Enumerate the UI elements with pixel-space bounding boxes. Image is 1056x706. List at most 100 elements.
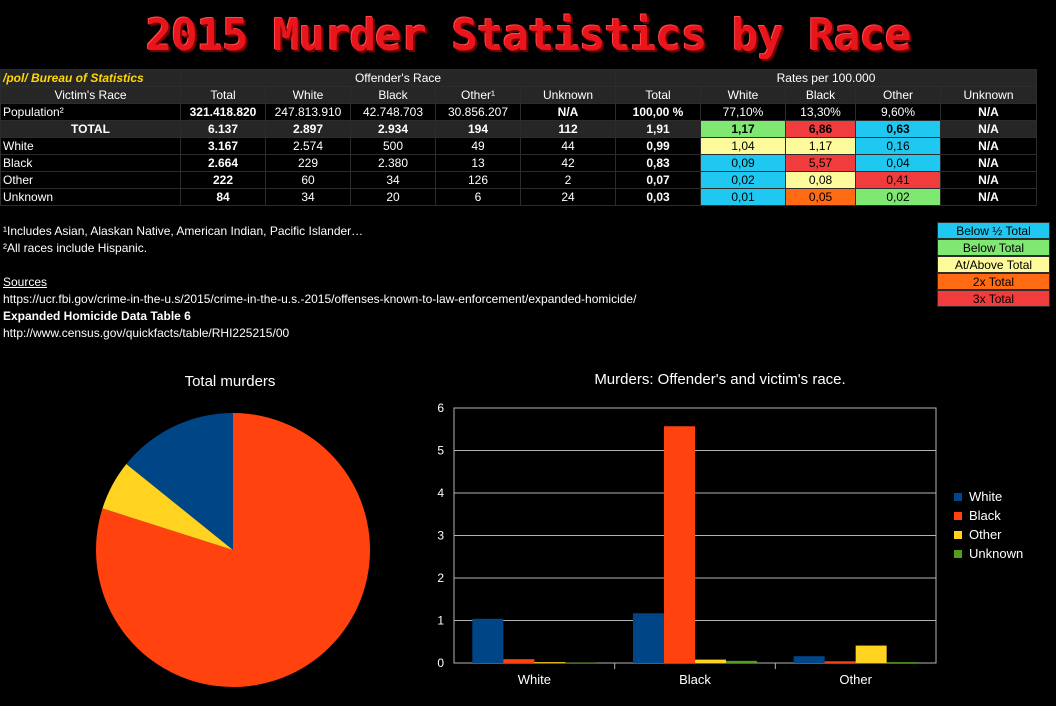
- y-tick-label: 2: [437, 571, 444, 585]
- y-tick-label: 5: [437, 444, 444, 458]
- table-cell: 112: [520, 120, 616, 138]
- column-header: White: [265, 86, 351, 104]
- table-cell: N/A: [940, 171, 1037, 189]
- row-label: Population²: [0, 103, 181, 121]
- bar-black-white: [633, 613, 664, 663]
- table-cell: 24: [520, 188, 616, 206]
- table-cell: 0,07: [615, 171, 701, 189]
- y-tick-label: 0: [437, 656, 444, 670]
- bar-black-other: [695, 659, 726, 663]
- column-header: Unknown: [940, 86, 1037, 104]
- table-cell: 0,83: [615, 154, 701, 172]
- column-header: Unknown: [520, 86, 616, 104]
- table-cell: 194: [435, 120, 521, 138]
- table-row-unknown: Unknown 84 34 20 6 24 0,03 0,01 0,05 0,0…: [0, 188, 1037, 206]
- rate-cell: 0,08: [785, 171, 856, 189]
- table-cell: 34: [350, 171, 436, 189]
- row-label: Black: [0, 154, 181, 172]
- table-cell: N/A: [940, 103, 1037, 121]
- y-tick-label: 3: [437, 529, 444, 543]
- table-cell: 44: [520, 137, 616, 155]
- source-url-census: http://www.census.gov/quickfacts/table/R…: [3, 326, 290, 340]
- column-header: Total: [180, 86, 266, 104]
- table-cell: 42: [520, 154, 616, 172]
- population-row: Population² 321.418.820 247.813.910 42.7…: [0, 103, 1037, 121]
- table-cell: 13: [435, 154, 521, 172]
- table-cell: 0,99: [615, 137, 701, 155]
- legend-label: Black: [969, 508, 1001, 523]
- offender-group-header: Offender's Race: [180, 69, 616, 87]
- table-cell: 6: [435, 188, 521, 206]
- table-row-black: Black 2.664 229 2.380 13 42 0,83 0,09 5,…: [0, 154, 1037, 172]
- row-label: Unknown: [0, 188, 181, 206]
- rate-cell: 0,02: [855, 188, 941, 206]
- table-group-header-row: /pol/ Bureau of Statistics Offender's Ra…: [0, 69, 1037, 87]
- x-tick-label: White: [518, 672, 551, 687]
- column-header: White: [700, 86, 786, 104]
- source-url-fbi: https://ucr.fbi.gov/crime-in-the-u.s/201…: [3, 292, 637, 306]
- table-cell: 222: [180, 171, 266, 189]
- table-cell: 34: [265, 188, 351, 206]
- column-header: Total: [615, 86, 701, 104]
- table-cell: 229: [265, 154, 351, 172]
- table-cell: 77,10%: [700, 103, 786, 121]
- row-label: Other: [0, 171, 181, 189]
- rate-cell: 6,86: [785, 120, 856, 138]
- pie-chart-title: Total murders: [184, 373, 276, 390]
- table-cell: 321.418.820: [180, 103, 266, 121]
- table-cell: 30.856.207: [435, 103, 521, 121]
- bar-other-unknown: [886, 662, 918, 663]
- legend-swatch: [954, 492, 962, 501]
- table-cell: 100,00 %: [615, 103, 701, 121]
- y-tick-label: 1: [437, 614, 444, 628]
- legend-item-other: Other: [954, 525, 1023, 544]
- source-table-ref: Expanded Homicide Data Table 6: [3, 309, 191, 323]
- table-cell: 20: [350, 188, 436, 206]
- table-row-other: Other 222 60 34 126 2 0,07 0,02 0,08 0,4…: [0, 171, 1037, 189]
- row-label: White: [0, 137, 181, 155]
- rate-cell: 1,04: [700, 137, 786, 155]
- table-cell: 500: [350, 137, 436, 155]
- legend-swatch: [954, 511, 962, 520]
- bar-white-other: [534, 662, 566, 663]
- notes-section: ¹Includes Asian, Alaskan Native, America…: [3, 223, 636, 342]
- bar-other-other: [855, 645, 887, 663]
- pie-chart: [96, 413, 370, 687]
- rate-cell: 0,16: [855, 137, 941, 155]
- legend-item-unknown: Unknown: [954, 544, 1023, 563]
- rate-cell: 0,02: [700, 171, 786, 189]
- rate-cell: 0,04: [855, 154, 941, 172]
- table-cell: 2.934: [350, 120, 436, 138]
- table-cell: 247.813.910: [265, 103, 351, 121]
- table-cell: 42.748.703: [350, 103, 436, 121]
- table-cell: 60: [265, 171, 351, 189]
- bar-chart-legend: White Black Other Unknown: [954, 487, 1023, 563]
- table-cell: N/A: [940, 120, 1037, 138]
- table-cell: 2.897: [265, 120, 351, 138]
- legend-item-black: Black: [954, 506, 1023, 525]
- legend-item-white: White: [954, 487, 1023, 506]
- table-cell: 6.137: [180, 120, 266, 138]
- color-key-legend: Below ½ Total Below Total At/Above Total…: [937, 222, 1050, 307]
- bar-other-white: [793, 656, 825, 663]
- legend-label: White: [969, 489, 1003, 504]
- column-header: Other¹: [435, 86, 521, 104]
- rate-cell: 1,17: [700, 120, 786, 138]
- color-key-2x: 2x Total: [937, 273, 1050, 290]
- page-title: 2015 Murder Statistics by Race: [145, 10, 912, 61]
- column-header: Black: [350, 86, 436, 104]
- column-header: Other: [855, 86, 941, 104]
- legend-label: Other: [969, 527, 1002, 542]
- rate-cell: 0,41: [855, 171, 941, 189]
- rate-cell: 1,17: [785, 137, 856, 155]
- table-row-white: White 3.167 2.574 500 49 44 0,99 1,04 1,…: [0, 137, 1037, 155]
- y-tick-label: 6: [437, 401, 444, 415]
- color-key-below-total: Below Total: [937, 239, 1050, 256]
- row-label: TOTAL: [0, 120, 181, 138]
- bar-chart: 0 1 2 3 4 5 6 White Black Other: [437, 401, 937, 687]
- rates-group-header: Rates per 100.000: [615, 69, 1037, 87]
- footnote-2: ²All races include Hispanic.: [3, 241, 148, 255]
- column-header: Black: [785, 86, 856, 104]
- table-cell: 2: [520, 171, 616, 189]
- bar-chart-title: Murders: Offender's and victim's race.: [594, 371, 846, 388]
